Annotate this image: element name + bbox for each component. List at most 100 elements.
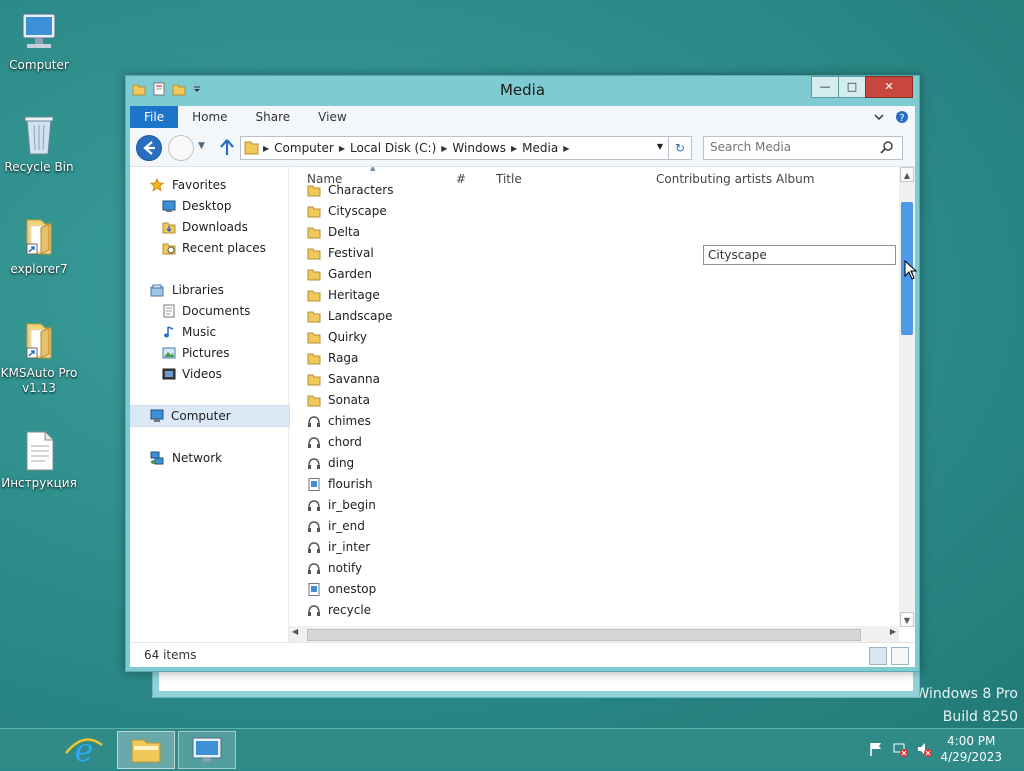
breadcrumb-media[interactable]: Media [517,141,563,155]
scroll-left-icon[interactable]: ◀ [292,627,298,636]
recent-locations-chevron-icon[interactable]: ▼ [198,141,205,151]
folder-icon [307,374,321,386]
breadcrumb-windows[interactable]: Windows [447,141,511,155]
column-album[interactable]: Album [776,172,814,186]
network-disconnected-icon[interactable] [892,741,908,757]
file-name: onestop [328,582,377,596]
file-row[interactable]: ir_inter [307,537,507,558]
downloads-icon [162,222,176,234]
scroll-down-icon[interactable]: ▼ [900,612,914,627]
taskbar-file-explorer[interactable] [117,731,175,769]
breadcrumb-computer[interactable]: Computer [269,141,339,155]
explorer-window[interactable]: Media — □ ✕ File Home Share View ? ▼ ▶ C… [125,75,920,672]
scroll-right-icon[interactable]: ▶ [890,627,896,636]
window-title: Media [499,81,546,99]
nav-documents[interactable]: Documents [130,301,288,321]
file-row[interactable]: Heritage [307,285,507,306]
details-view-icon[interactable] [869,647,887,665]
nav-network[interactable]: Network [130,448,288,468]
file-name: Quirky [328,330,367,344]
tab-home[interactable]: Home [178,106,241,128]
midi-file-icon [308,583,320,596]
search-input[interactable] [704,137,886,157]
scroll-up-icon[interactable]: ▲ [900,167,914,182]
title-bar[interactable]: Media — □ ✕ [126,76,919,104]
file-row[interactable]: ir_end [307,516,507,537]
horizontal-scrollbar[interactable]: ◀ ▶ [289,626,899,642]
file-row[interactable]: Quirky [307,327,507,348]
maximize-button[interactable]: □ [838,76,866,98]
nav-videos[interactable]: Videos [130,364,288,384]
vertical-scrollbar[interactable]: ▲ ▼ [899,167,915,627]
clock-date: 4/29/2023 [940,750,1002,764]
folder-icon [307,290,321,302]
file-row[interactable]: Savanna [307,369,507,390]
nav-pictures[interactable]: Pictures [130,343,288,363]
horizontal-scroll-thumb[interactable] [307,629,861,641]
file-row[interactable]: flourish [307,474,507,495]
computer-icon [150,409,164,422]
file-row[interactable]: Raga [307,348,507,369]
nav-desktop-label: Desktop [182,199,232,213]
taskbar-remote-desktop[interactable] [178,731,236,769]
nav-desktop[interactable]: Desktop [130,196,288,216]
address-dropdown-icon[interactable]: ▼ [657,142,663,151]
tab-share[interactable]: Share [242,106,305,128]
file-row[interactable]: Landscape [307,306,507,327]
file-row[interactable]: ding [307,453,507,474]
close-button[interactable]: ✕ [865,76,913,98]
nav-downloads[interactable]: Downloads [130,217,288,237]
refresh-button[interactable]: ↻ [668,136,692,160]
nav-recent-places[interactable]: Recent places [130,238,288,258]
taskbar-internet-explorer[interactable]: e [56,731,112,769]
nav-music[interactable]: Music [130,322,288,342]
file-row[interactable]: Festival [307,243,507,264]
search-box[interactable] [703,136,903,160]
desktop-icon-recycle-bin[interactable]: Recycle Bin [0,112,78,175]
nav-computer[interactable]: Computer [130,405,290,427]
large-icons-view-icon[interactable] [891,647,909,665]
search-icon[interactable] [880,140,894,154]
help-icon[interactable]: ? [895,110,909,124]
breadcrumb-separator-icon[interactable]: ▶ [563,144,569,153]
back-button[interactable] [136,135,162,161]
file-row[interactable]: Sonata [307,390,507,411]
expand-ribbon-icon[interactable] [873,111,885,123]
desktop-icon-computer[interactable]: Computer [0,10,78,73]
file-row[interactable]: Cityscape [307,201,507,222]
tab-file[interactable]: File [130,106,179,128]
nav-videos-label: Videos [182,367,222,381]
status-bar: 64 items [130,642,915,667]
tab-view[interactable]: View [304,106,360,128]
file-row[interactable]: chord [307,432,507,453]
volume-muted-icon[interactable] [916,741,932,757]
address-bar[interactable]: ▶ Computer ▶ Local Disk (C:) ▶ Windows ▶… [240,136,672,160]
file-row[interactable]: ir_begin [307,495,507,516]
desktop-icon-explorer7[interactable]: explorer7 [0,214,78,277]
file-name: flourish [328,477,373,491]
file-row[interactable]: chimes [307,411,507,432]
music-icon [164,326,174,338]
desktop-icon-kmsauto[interactable]: KMSAuto Pro v1.13 [0,318,78,396]
file-name: Savanna [328,372,380,386]
forward-button[interactable] [168,135,194,161]
file-row[interactable]: Delta [307,222,507,243]
desktop-icon-instruction[interactable]: Инструкция [0,428,78,491]
file-row[interactable]: notify [307,558,507,579]
desktop-icon-label: Computer [9,58,69,72]
minimize-button[interactable]: — [811,76,839,98]
desktop-icon-label: KMSAuto Pro v1.13 [0,366,78,395]
network-icon [150,451,164,465]
file-row[interactable]: recycle [307,600,507,621]
watermark-edition: Windows 8 Pro [915,686,1018,702]
nav-libraries[interactable]: Libraries [130,280,288,300]
nav-favorites[interactable]: Favorites [130,175,288,195]
up-button[interactable] [218,138,236,159]
file-row[interactable]: Characters [307,180,507,201]
breadcrumb-local-disk[interactable]: Local Disk (C:) [345,141,441,155]
action-center-flag-icon[interactable] [868,741,884,757]
clock[interactable]: 4:00 PM 4/29/2023 [940,733,1002,765]
column-contributing-artists[interactable]: Contributing artists [656,172,772,186]
file-row[interactable]: Garden [307,264,507,285]
file-row[interactable]: onestop [307,579,507,600]
